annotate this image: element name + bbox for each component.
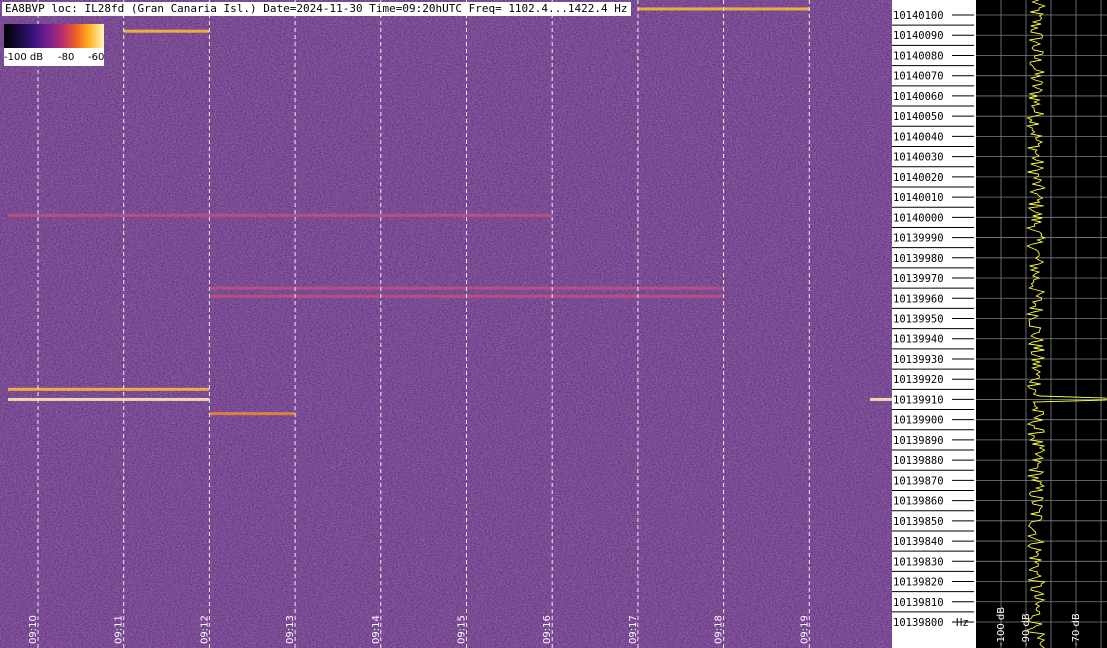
frequency-axis: 10140100 10140090 10140080 10140070 10140060… <box>892 0 976 648</box>
colorbar-label-mid: -80 <box>58 52 75 63</box>
time-tick-label: 09:14 <box>371 615 382 644</box>
signal-trace-5 <box>870 397 892 401</box>
time-tick-label: 09:10 <box>28 615 39 644</box>
spectrum-db-tick-label: -90 dB <box>1021 613 1032 646</box>
freq-tick-label: 10140050 <box>893 111 944 123</box>
time-tick-label: 09:13 <box>285 615 296 644</box>
chart-header: EA8BVP loc: IL28fd (Gran Canaria Isl.) D… <box>2 2 631 16</box>
freq-tick-label: 10139810 <box>893 597 944 609</box>
time-tick-label: 09:19 <box>799 615 810 644</box>
freq-tick-label: 10140030 <box>893 152 944 164</box>
freq-tick-label: 10139990 <box>893 233 944 245</box>
freq-tick-label: 10140010 <box>893 192 944 204</box>
freq-tick-label: 10139960 <box>893 293 944 305</box>
waterfall-svg: 09:10 09:11 09:12 09:13 09:14 09:15 09:16 09:17… <box>0 0 892 648</box>
freq-tick-label: 10139920 <box>893 374 944 386</box>
freq-tick-label: 10139840 <box>893 536 944 548</box>
freq-tick-label: 10139900 <box>893 415 944 427</box>
freq-tick-label: 10139950 <box>893 314 944 326</box>
frequency-axis-svg: 10140100 10140090 10140080 10140070 10140060… <box>892 9 974 629</box>
colorbar-legend: -100 dB -80 -60 <box>4 24 104 66</box>
spectrum-trace <box>1025 0 1107 648</box>
freq-tick-label: 10139800 <box>893 617 944 629</box>
freq-tick-label: 10139910 <box>893 394 944 406</box>
time-tick-label: 09:17 <box>628 615 639 644</box>
spectrum-db-tick-label: -70 dB <box>1071 613 1082 646</box>
freq-tick-label: 10140040 <box>893 131 944 143</box>
freq-tick-label: 10139970 <box>893 273 944 285</box>
freq-tick-label: 10139870 <box>893 475 944 487</box>
colorbar-label-max: -60 <box>88 52 105 63</box>
freq-tick-label: 10140070 <box>893 71 944 83</box>
freq-tick-label: 10139890 <box>893 435 944 447</box>
spectrum-svg: -100 dB -90 dB -70 dB <box>976 0 1107 648</box>
freq-tick-label: 10140080 <box>893 50 944 62</box>
spectrum-panel: -100 dB -90 dB -70 dB <box>976 0 1107 648</box>
time-tick-label: 09:15 <box>457 615 468 644</box>
freq-tick-label: 10139930 <box>893 354 944 366</box>
freq-tick-label: 10139820 <box>893 577 944 589</box>
freq-tick-label: 10140100 <box>893 10 944 22</box>
freq-tick-label: 10139880 <box>893 455 944 467</box>
freq-tick-label: 10139830 <box>893 556 944 568</box>
signal-trace-6 <box>123 29 210 33</box>
freq-unit-label: Hz <box>956 617 969 629</box>
time-tick-label: 09:12 <box>199 615 210 644</box>
freq-tick-label: 10139860 <box>893 496 944 508</box>
freq-tick-label: 10139850 <box>893 516 944 528</box>
time-tick-label: 09:18 <box>714 615 725 644</box>
waterfall-plot: 09:10 09:11 09:12 09:13 09:14 09:15 09:16 09:17… <box>0 0 892 648</box>
freq-tick-label: 10139980 <box>893 253 944 265</box>
spectrum-db-tick-label: -100 dB <box>996 607 1007 646</box>
freq-tick-label: 10140060 <box>893 91 944 103</box>
freq-tick-label: 10140020 <box>893 172 944 184</box>
signal-trace-0 <box>8 213 553 217</box>
time-tick-label: 09:16 <box>542 615 553 644</box>
freq-tick-label: 10139940 <box>893 334 944 346</box>
freq-tick-label: 10140000 <box>893 212 944 224</box>
colorbar-gradient <box>4 24 104 48</box>
freq-tick-label: 10140090 <box>893 30 944 42</box>
colorbar-label-min: -100 dB <box>4 52 44 63</box>
signal-trace-7 <box>209 412 296 416</box>
time-tick-label: 09:11 <box>114 615 125 644</box>
